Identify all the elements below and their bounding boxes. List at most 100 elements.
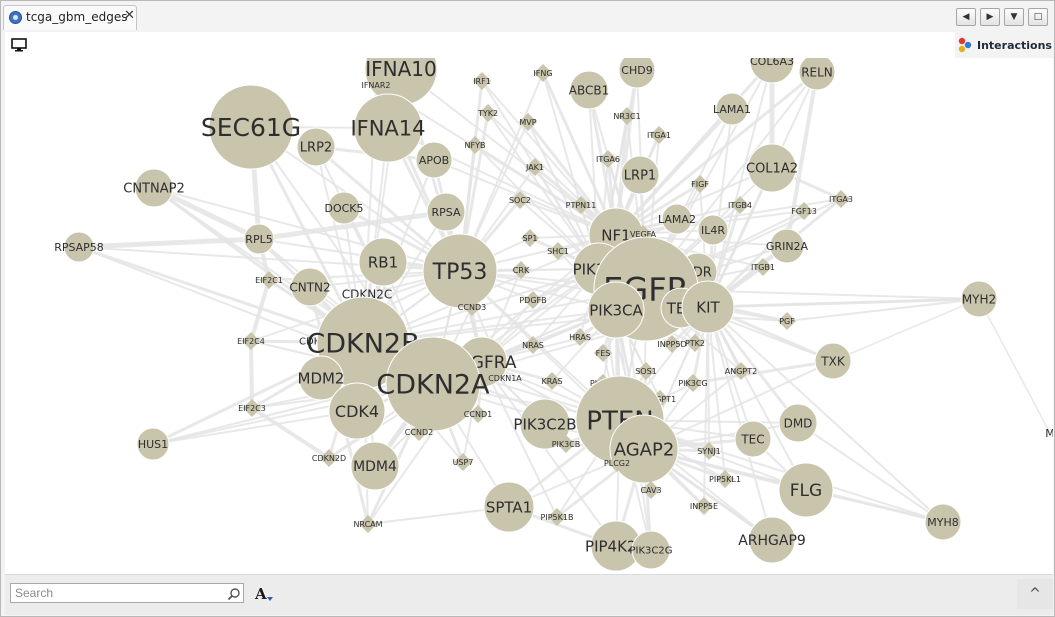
node-kit[interactable]: KIT bbox=[681, 280, 735, 334]
node-nrcam[interactable]: NRCAM bbox=[353, 515, 383, 533]
node-tec[interactable]: TEC bbox=[734, 420, 772, 458]
node-label: HRAS bbox=[569, 333, 591, 342]
node-label: CNTN2 bbox=[289, 280, 330, 294]
node-lrp2[interactable]: LRP2 bbox=[296, 127, 336, 167]
close-icon[interactable]: ✕ bbox=[124, 8, 135, 23]
node-sp1[interactable]: SP1 bbox=[521, 229, 539, 247]
node-label: CAV3 bbox=[640, 486, 661, 495]
node-ifnar2[interactable]: IFNAR2 bbox=[361, 81, 390, 90]
node-label: NR3C1 bbox=[613, 112, 640, 121]
node-dmd[interactable]: DMD bbox=[778, 403, 818, 443]
node-label: FES bbox=[596, 349, 611, 358]
node-edge-label-m[interactable]: M bbox=[1045, 427, 1053, 440]
node-rpsa[interactable]: RPSA bbox=[426, 192, 466, 232]
node-label: APOB bbox=[419, 154, 449, 167]
node-cdk4[interactable]: CDK4 bbox=[328, 382, 386, 440]
node-label: PTK2 bbox=[685, 339, 705, 348]
node-cntnap2[interactable]: CNTNAP2 bbox=[123, 168, 185, 208]
font-size-icon[interactable]: A bbox=[255, 585, 267, 603]
node-label: PIK3C2G bbox=[630, 546, 673, 557]
node-txk[interactable]: TXK bbox=[814, 342, 852, 380]
monitor-icon[interactable] bbox=[11, 38, 27, 52]
network-edge bbox=[703, 306, 709, 507]
node-label: FIGF bbox=[691, 180, 709, 189]
node-label: SHC1 bbox=[547, 247, 569, 256]
network-graph[interactable]: IFNA10IFNAR2 IRF1 IFNG ABCB1 CHD9 COL6A3 RELN S… bbox=[5, 58, 1053, 574]
node-chd9[interactable]: CHD9 bbox=[618, 58, 656, 89]
node-label: KRAS bbox=[541, 377, 562, 386]
node-apob[interactable]: APOB bbox=[415, 141, 453, 179]
node-myh2[interactable]: MYH2 bbox=[960, 280, 998, 318]
node-il4r[interactable]: IL4R bbox=[697, 214, 729, 246]
node-label: RPSAP58 bbox=[54, 241, 104, 254]
node-label: IFNA10 bbox=[365, 58, 437, 81]
node-label: PDGFB bbox=[519, 296, 546, 305]
search-icon[interactable] bbox=[227, 587, 241, 601]
node-label: MYH2 bbox=[962, 292, 996, 306]
prev-tab-button[interactable]: ◀ bbox=[956, 8, 976, 26]
node-label: IL4R bbox=[701, 224, 725, 237]
node-flg[interactable]: FLG bbox=[778, 462, 834, 518]
window-buttons: ◀ ▶ ▼ □ bbox=[956, 8, 1048, 26]
search-input[interactable] bbox=[10, 583, 244, 603]
collapse-button[interactable]: ^ bbox=[1017, 579, 1053, 609]
node-label: CRK bbox=[513, 266, 530, 275]
node-label: PIK3CB bbox=[552, 440, 581, 449]
node-myh8[interactable]: MYH8 bbox=[924, 503, 962, 541]
node-label: ANGPT2 bbox=[725, 367, 757, 376]
node-ifng[interactable]: IFNG bbox=[533, 64, 553, 82]
node-agap2[interactable]: AGAP2 bbox=[609, 414, 679, 484]
app-window: tcga_gbm_edges ✕ ◀ ▶ ▼ □ Interactions IF… bbox=[0, 0, 1055, 617]
node-label: NRCAM bbox=[353, 520, 382, 529]
node-label: ITGB4 bbox=[728, 201, 752, 210]
node-reln[interactable]: RELN bbox=[798, 58, 836, 91]
node-usp7[interactable]: USP7 bbox=[453, 453, 474, 471]
network-canvas[interactable]: IFNA10 IFNAR2 IRF1 IFNG ABCB1 CHD9 COL6A3 RELN S… bbox=[5, 58, 1053, 574]
tab-list-button[interactable]: ▼ bbox=[1004, 8, 1024, 26]
node-pip5k1b[interactable]: PIP5K1B bbox=[541, 508, 574, 526]
node-nr3c1[interactable]: NR3C1 bbox=[613, 107, 641, 125]
node-dock5[interactable]: DOCK5 bbox=[324, 191, 364, 225]
node-cdkn1a[interactable]: CDKN1A bbox=[488, 374, 522, 383]
node-label: HUS1 bbox=[138, 438, 168, 451]
node-label: IFNG bbox=[533, 69, 552, 78]
node-label: TP53 bbox=[432, 260, 488, 285]
node-label: PIK3CG bbox=[678, 379, 707, 388]
node-pgf[interactable]: PGF bbox=[778, 312, 796, 330]
node-label: PLCG2 bbox=[604, 459, 630, 468]
node-pik3ca[interactable]: PIK3CA bbox=[587, 281, 645, 339]
node-spta1[interactable]: SPTA1 bbox=[483, 481, 535, 533]
node-label: CDKN2D bbox=[312, 454, 346, 463]
node-label: M bbox=[1045, 427, 1053, 440]
interactions-panel-button[interactable]: Interactions bbox=[957, 32, 1053, 58]
node-label: PIP5KL1 bbox=[709, 475, 741, 484]
next-tab-button[interactable]: ▶ bbox=[980, 8, 1000, 26]
node-rpsap58[interactable]: RPSAP58 bbox=[54, 231, 104, 263]
network-toolbar bbox=[5, 32, 955, 58]
node-sec61g[interactable]: SEC61G bbox=[201, 84, 301, 170]
maximize-button[interactable]: □ bbox=[1028, 8, 1048, 26]
tab-tcga-gbm-edges[interactable]: tcga_gbm_edges ✕ bbox=[3, 5, 137, 30]
node-label: SOC2 bbox=[509, 196, 531, 205]
node-label: DOCK5 bbox=[324, 202, 363, 215]
font-dropdown-icon[interactable] bbox=[267, 597, 273, 601]
network-edge bbox=[152, 410, 358, 445]
node-label: FGF13 bbox=[791, 207, 817, 216]
node-eif2c4[interactable]: EIF2C4 bbox=[237, 332, 265, 350]
network-edge bbox=[387, 127, 617, 236]
node-rb1[interactable]: RB1 bbox=[358, 237, 408, 287]
node-abcb1[interactable]: ABCB1 bbox=[569, 70, 609, 110]
node-mdm4[interactable]: MDM4 bbox=[350, 441, 400, 491]
node-label: ITGB1 bbox=[751, 263, 775, 272]
node-label: EIF2C3 bbox=[238, 404, 266, 413]
node-rpl5[interactable]: RPL5 bbox=[243, 223, 275, 255]
node-tp53[interactable]: TP53 bbox=[422, 233, 498, 309]
node-label: SOS1 bbox=[635, 367, 657, 376]
node-label: IFNAR2 bbox=[361, 81, 390, 90]
node-label: COL6A3 bbox=[750, 58, 794, 68]
node-itga1[interactable]: ITGA1 bbox=[647, 126, 671, 144]
node-lrp1[interactable]: LRP1 bbox=[620, 155, 660, 195]
node-label: CNTNAP2 bbox=[123, 182, 184, 197]
node-label: PGF bbox=[779, 317, 795, 326]
node-hus1[interactable]: HUS1 bbox=[136, 427, 170, 461]
